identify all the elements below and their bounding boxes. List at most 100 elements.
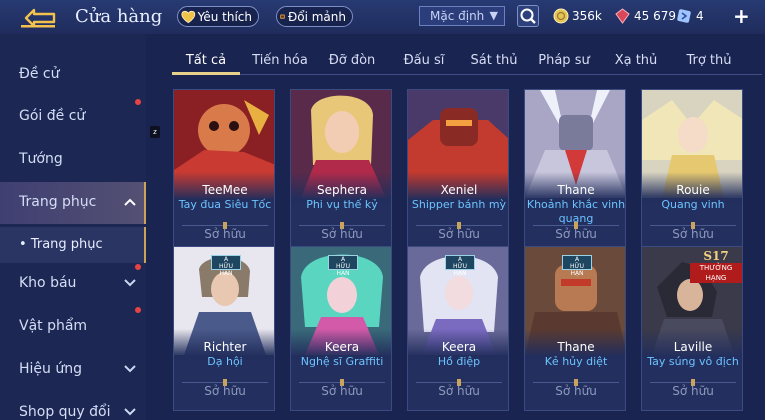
skin-card[interactable]: A HỮU HẠN Keera Hồ điệp Sở hữu	[407, 246, 509, 411]
tab-marksman[interactable]: Xạ thủ	[602, 45, 670, 75]
gold-balance: 356k	[553, 7, 602, 25]
chevron-down-icon	[124, 408, 136, 416]
tab-label: Đấu sĩ	[403, 53, 445, 68]
gold-coin-icon	[553, 8, 569, 24]
tab-all[interactable]: Tất cả	[172, 45, 240, 75]
tab-label: Pháp sư	[538, 53, 590, 68]
heart-icon	[181, 10, 196, 23]
sidebar-item-label: Shop quy đổi	[19, 404, 111, 420]
sidebar-item-featured[interactable]: Đề cử	[0, 54, 146, 96]
plus-icon[interactable]: +	[733, 4, 750, 28]
tab-support[interactable]: Trợ thủ	[675, 45, 743, 75]
skin-card[interactable]: A HỮU HẠN Richter Dạ hội Sở hữu	[173, 246, 275, 411]
skin-name: Shipper bánh mỳ	[411, 198, 507, 211]
sidebar-subitem-skins[interactable]: • Trang phục	[0, 227, 146, 263]
badge-text: S17	[703, 249, 729, 263]
chevron-down-icon	[124, 365, 136, 373]
sidebar-item-featured-bundles[interactable]: Gói đề cử	[0, 96, 146, 138]
chevron-up-icon	[124, 198, 136, 206]
sidebar-item-skins[interactable]: Trang phục	[0, 182, 146, 224]
sidebar-subitem-label: • Trang phục	[19, 237, 103, 252]
badge-text: A	[340, 256, 346, 263]
hero-name: Keera	[324, 340, 360, 354]
top-bar: Cửa hàng Yêu thích Đổi mảnh Mặc định ▼ 3…	[0, 0, 765, 34]
tab-divider	[172, 72, 762, 75]
sort-dropdown[interactable]: Mặc định ▼	[419, 6, 505, 26]
skin-name: Kẻ hủy diệt	[544, 355, 608, 368]
skin-card[interactable]: S17 THƯỞNG HẠNG Laville Tay súng vô địch …	[641, 246, 743, 411]
search-button[interactable]	[517, 5, 539, 27]
owned-status: Sở hữu	[672, 227, 714, 241]
limited-badge: A HỮU HẠN	[211, 255, 241, 277]
hero-name: Rouie	[676, 183, 710, 197]
skin-card[interactable]: Thane Khoảnh khắc vinh quang Sở hữu	[524, 89, 626, 254]
sidebar: Đề cử Gói đề cử Tướng Trang phục • Trang…	[0, 34, 146, 420]
skin-name: Tay súng vô địch	[647, 355, 739, 368]
back-arrow-icon[interactable]	[18, 7, 58, 29]
sidebar-item-label: Tướng	[19, 151, 63, 167]
tab-label: Đỡ đòn	[328, 53, 376, 68]
skin-card[interactable]: A HỮU HẠN Keera Nghệ sĩ Graffiti Sở hữu	[290, 246, 392, 411]
owned-status: Sở hữu	[555, 227, 597, 241]
notification-dot	[135, 307, 141, 313]
skin-card[interactable]: Xeniel Shipper bánh mỳ Sở hữu	[407, 89, 509, 254]
skin-name: Phi vụ thế kỷ	[306, 198, 378, 211]
sidebar-item-heroes[interactable]: Tướng	[0, 139, 146, 181]
notification-dot	[135, 264, 141, 270]
sidebar-item-exchange-shop[interactable]: Shop quy đổi	[0, 392, 146, 420]
tab-label: Xạ thủ	[614, 53, 658, 68]
hero-name: Thane	[557, 183, 595, 197]
favorite-button[interactable]: Yêu thích	[177, 6, 259, 27]
badge-text: A	[457, 256, 463, 263]
coupon-amount: 45 679	[634, 9, 676, 23]
z-badge: z	[150, 126, 160, 138]
tab-label: Sát thủ	[470, 53, 518, 68]
red-gem-icon	[615, 8, 630, 24]
blue-ticket-icon	[677, 9, 691, 23]
tab-tank[interactable]: Đỡ đòn	[318, 45, 386, 75]
notification-dot	[135, 99, 141, 105]
sidebar-item-label: Gói đề cử	[19, 108, 86, 124]
limited-badge: A HỮU HẠN	[562, 255, 592, 277]
token-amount: 4	[696, 9, 704, 23]
badge-text: HỮU HẠN	[218, 263, 234, 277]
sidebar-item-label: Đề cử	[19, 66, 60, 82]
favorite-label: Yêu thích	[197, 9, 252, 24]
hero-name: Sephera	[317, 183, 367, 197]
exchange-shards-button[interactable]: Đổi mảnh	[276, 6, 353, 27]
skin-card[interactable]: Sephera Phi vụ thế kỷ Sở hữu	[290, 89, 392, 254]
badge-text: A	[574, 256, 580, 263]
tab-fighter[interactable]: Đấu sĩ	[390, 45, 458, 75]
coupon-balance: 45 679	[614, 7, 676, 25]
season-badge: S17 THƯỞNG HẠNG	[690, 249, 742, 283]
skin-card[interactable]: TeeMee Tay đua Siêu Tốc Sở hữu	[173, 89, 275, 254]
sidebar-item-label: Hiệu ứng	[19, 361, 82, 377]
sidebar-item-items[interactable]: Vật phẩm	[0, 306, 146, 348]
subitem-text: Trang phục	[30, 237, 103, 252]
tab-assassin[interactable]: Sát thủ	[460, 45, 528, 75]
tab-evolution[interactable]: Tiến hóa	[246, 45, 314, 75]
chevron-down-icon: ▼	[489, 9, 498, 22]
sidebar-item-effects[interactable]: Hiệu ứng	[0, 349, 146, 391]
owned-status: Sở hữu	[555, 384, 597, 398]
owned-status: Sở hữu	[438, 227, 480, 241]
skin-name: Tay đua Siêu Tốc	[178, 198, 272, 211]
skin-name: Dạ hội	[207, 355, 243, 368]
skin-name: Nghệ sĩ Graffiti	[300, 355, 384, 368]
sidebar-item-treasure[interactable]: Kho báu	[0, 263, 146, 305]
category-tabs: Tất cả Tiến hóa Đỡ đòn Đấu sĩ Sát thủ Ph…	[172, 45, 762, 75]
tab-label: Tiến hóa	[252, 53, 308, 68]
tab-label: Tất cả	[185, 53, 227, 68]
skin-card[interactable]: Rouie Quang vinh Sở hữu	[641, 89, 743, 254]
skin-card[interactable]: A HỮU HẠN Thane Kẻ hủy diệt Sở hữu	[524, 246, 626, 411]
gold-amount: 356k	[572, 9, 602, 23]
chest-icon	[280, 14, 285, 19]
limited-badge: A HỮU HẠN	[445, 255, 475, 277]
owned-status: Sở hữu	[204, 384, 246, 398]
hero-name: Keera	[441, 340, 477, 354]
active-tab-indicator	[172, 72, 240, 75]
limited-badge: A HỮU HẠN	[328, 255, 358, 277]
tab-mage[interactable]: Pháp sư	[530, 45, 598, 75]
magnifier-icon	[520, 8, 536, 24]
skin-name: Hồ điệp	[437, 355, 481, 368]
